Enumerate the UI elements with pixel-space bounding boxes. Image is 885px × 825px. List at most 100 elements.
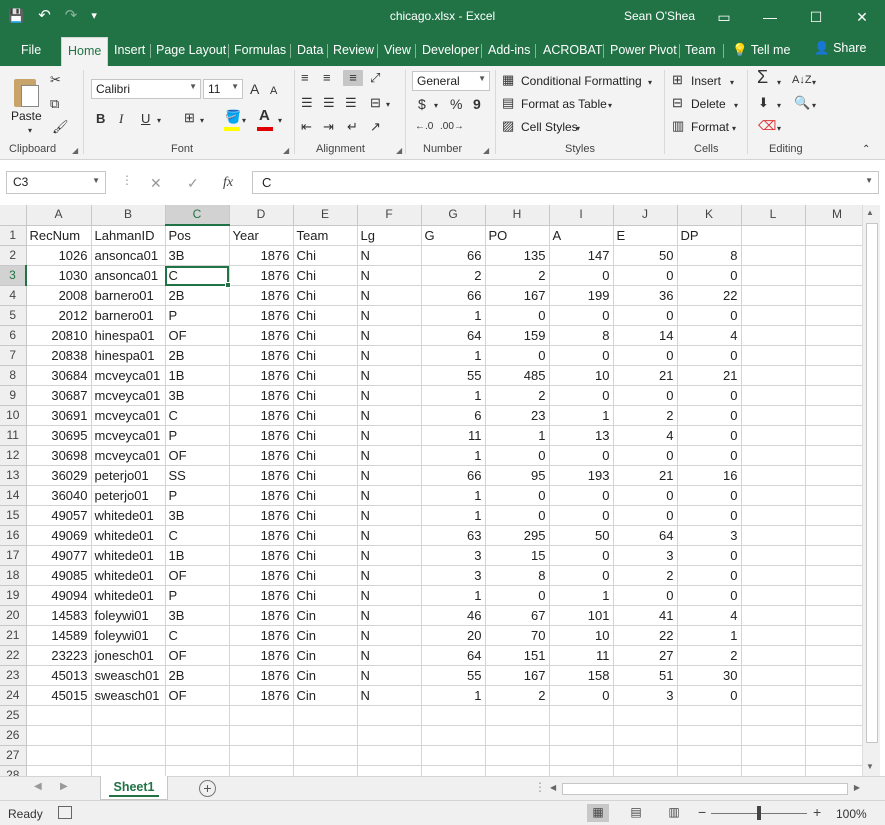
- cell[interactable]: 1B: [165, 545, 230, 566]
- find-select-icon[interactable]: 🔍: [794, 95, 810, 111]
- cell[interactable]: 8: [485, 565, 550, 586]
- cell[interactable]: [229, 725, 294, 746]
- cell[interactable]: [741, 325, 806, 346]
- cell[interactable]: foleywi01: [91, 625, 166, 646]
- cell[interactable]: N: [357, 265, 422, 286]
- cell[interactable]: jonesch01: [91, 645, 166, 666]
- cell[interactable]: 1876: [229, 425, 294, 446]
- tab-insert[interactable]: Insert: [114, 42, 145, 58]
- row-header[interactable]: 6: [0, 325, 27, 346]
- cell[interactable]: 1876: [229, 485, 294, 506]
- fill-color-dropdown-icon[interactable]: ▾: [242, 113, 246, 129]
- cell[interactable]: 1: [421, 385, 486, 406]
- cell[interactable]: Chi: [293, 245, 358, 266]
- cell[interactable]: Chi: [293, 365, 358, 386]
- cell[interactable]: [357, 725, 422, 746]
- tab-add-ins[interactable]: Add-ins: [488, 42, 530, 58]
- cell[interactable]: 1: [421, 305, 486, 326]
- cell[interactable]: mcveyca01: [91, 445, 166, 466]
- conditional-formatting-icon[interactable]: ▦: [502, 72, 514, 88]
- tell-me-search[interactable]: 💡 Tell me: [732, 42, 790, 58]
- cell[interactable]: 63: [421, 525, 486, 546]
- next-sheet-icon[interactable]: ▶: [60, 781, 68, 792]
- cell[interactable]: 159: [485, 325, 550, 346]
- cell[interactable]: [357, 745, 422, 766]
- middle-align-icon[interactable]: ≡: [323, 70, 331, 86]
- font-name-select[interactable]: Calibri ▼: [91, 79, 201, 99]
- cell[interactable]: 0: [677, 505, 742, 526]
- underline-dropdown-icon[interactable]: ▾: [157, 113, 161, 129]
- cell[interactable]: N: [357, 525, 422, 546]
- cell[interactable]: Team: [293, 225, 358, 246]
- cell[interactable]: 1876: [229, 305, 294, 326]
- cell[interactable]: 1: [421, 485, 486, 506]
- top-align-icon[interactable]: ≡: [301, 70, 309, 86]
- cell[interactable]: 1876: [229, 625, 294, 646]
- cell[interactable]: OF: [165, 685, 230, 706]
- cell[interactable]: 167: [485, 665, 550, 686]
- horizontal-scroll-thumb[interactable]: [562, 783, 848, 795]
- column-header[interactable]: K: [677, 205, 742, 226]
- cell[interactable]: C: [165, 405, 230, 426]
- cell[interactable]: 0: [549, 345, 614, 366]
- cell[interactable]: [485, 725, 550, 746]
- cell[interactable]: 0: [549, 545, 614, 566]
- cell[interactable]: SS: [165, 465, 230, 486]
- borders-icon[interactable]: ⊞: [184, 110, 195, 126]
- row-header[interactable]: 23: [0, 665, 27, 686]
- cell[interactable]: 8: [677, 245, 742, 266]
- cell[interactable]: 3B: [165, 245, 230, 266]
- row-header[interactable]: 28: [0, 765, 27, 776]
- cell[interactable]: [293, 745, 358, 766]
- cell[interactable]: [805, 565, 870, 586]
- cell[interactable]: 0: [677, 685, 742, 706]
- cell[interactable]: [741, 405, 806, 426]
- increase-indent-icon[interactable]: ⇥: [323, 119, 334, 135]
- scroll-left-icon[interactable]: ◀: [550, 783, 556, 792]
- row-header[interactable]: 21: [0, 625, 27, 646]
- cell[interactable]: 1: [421, 445, 486, 466]
- cell[interactable]: 2: [485, 385, 550, 406]
- cell[interactable]: [805, 365, 870, 386]
- close-icon[interactable]: ✕: [839, 0, 885, 34]
- cell[interactable]: 49057: [26, 505, 92, 526]
- copy-icon[interactable]: ⧉: [50, 96, 59, 112]
- cell[interactable]: 49094: [26, 585, 92, 606]
- cell[interactable]: 95: [485, 465, 550, 486]
- cell[interactable]: 27: [613, 645, 678, 666]
- format-cells-button[interactable]: Format: [691, 119, 729, 135]
- cell[interactable]: [357, 705, 422, 726]
- cell[interactable]: 22: [613, 625, 678, 646]
- cell[interactable]: 11: [421, 425, 486, 446]
- cell[interactable]: 1: [677, 625, 742, 646]
- cell[interactable]: 1876: [229, 385, 294, 406]
- cell[interactable]: Chi: [293, 585, 358, 606]
- cell[interactable]: [741, 525, 806, 546]
- cell[interactable]: 0: [549, 445, 614, 466]
- cell[interactable]: RecNum: [26, 225, 92, 246]
- autosum-icon[interactable]: Σ: [757, 68, 768, 86]
- column-header[interactable]: E: [293, 205, 358, 226]
- cell[interactable]: [293, 705, 358, 726]
- cell[interactable]: 2008: [26, 285, 92, 306]
- cell[interactable]: 10: [549, 625, 614, 646]
- clear-dropdown-icon[interactable]: ▾: [777, 121, 781, 137]
- cell[interactable]: 45013: [26, 665, 92, 686]
- cell[interactable]: 0: [677, 565, 742, 586]
- cell[interactable]: [805, 305, 870, 326]
- row-header[interactable]: 26: [0, 725, 27, 746]
- cell[interactable]: 50: [549, 525, 614, 546]
- row-header[interactable]: 22: [0, 645, 27, 666]
- cell[interactable]: [805, 505, 870, 526]
- column-header[interactable]: F: [357, 205, 422, 226]
- comma-style-icon[interactable]: 9: [473, 96, 481, 112]
- row-header[interactable]: 18: [0, 565, 27, 586]
- cell[interactable]: Chi: [293, 325, 358, 346]
- tab-team[interactable]: Team: [685, 42, 716, 58]
- cell[interactable]: 0: [613, 265, 678, 286]
- tab-home[interactable]: Home: [61, 37, 109, 66]
- cell[interactable]: 64: [421, 325, 486, 346]
- cell[interactable]: 1876: [229, 645, 294, 666]
- cell[interactable]: Cin: [293, 685, 358, 706]
- cell[interactable]: whitede01: [91, 525, 166, 546]
